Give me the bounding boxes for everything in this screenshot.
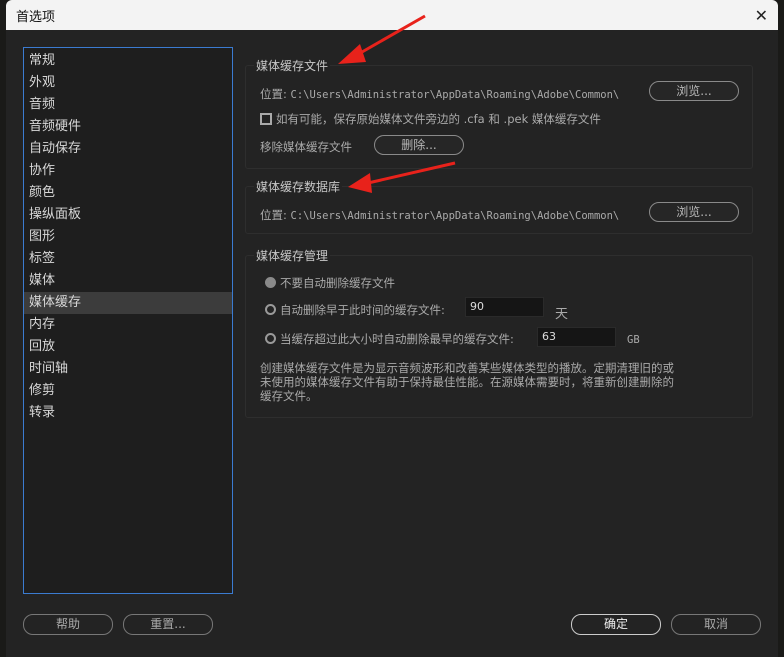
red-arrow-icon (338, 14, 426, 64)
red-arrow-icon (348, 161, 456, 193)
annotation-arrows (338, 14, 456, 193)
